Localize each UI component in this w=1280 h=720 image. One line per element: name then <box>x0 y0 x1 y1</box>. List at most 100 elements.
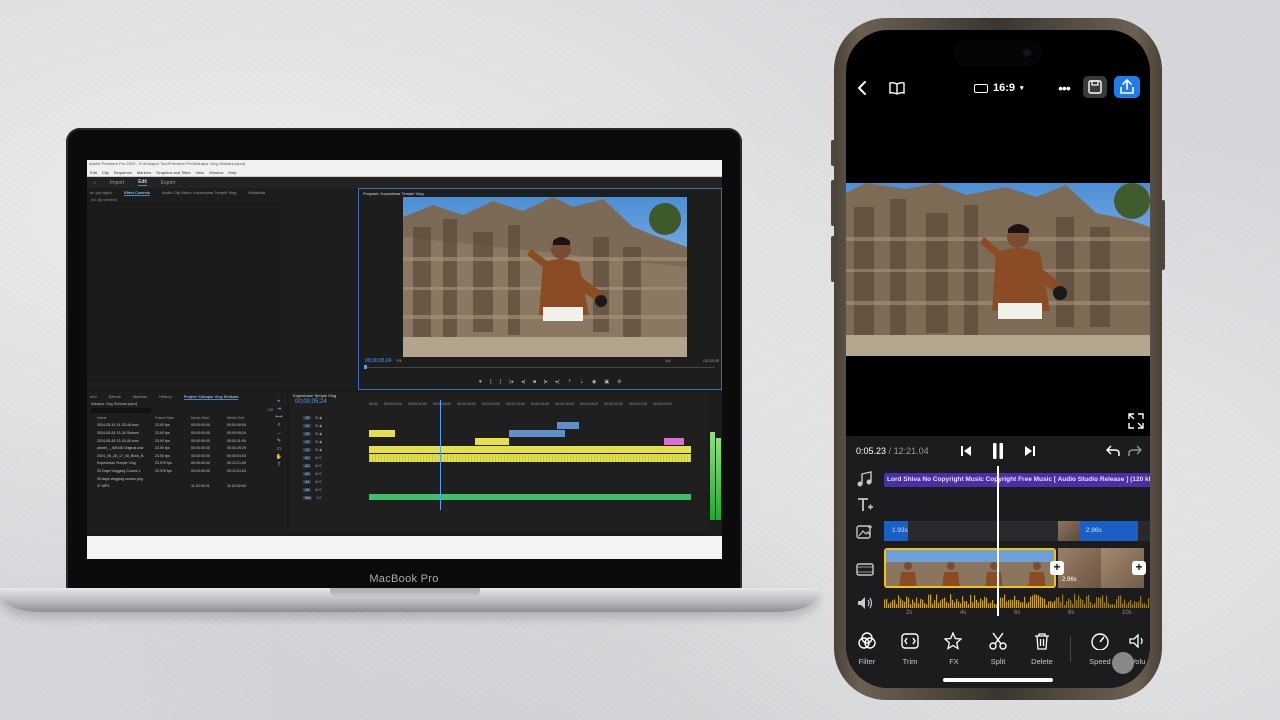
table-row[interactable]: 2024-05-15 14-25-46.mov 23.00 fps 00:00:00… <box>87 422 287 430</box>
tab-info[interactable]: Info <box>90 394 97 399</box>
table-row[interactable]: 37.MP4 11:20:00:21 11:22:40:04 <box>87 482 287 490</box>
slip-tool-icon[interactable]: ↔ <box>273 430 285 436</box>
step-back-icon[interactable]: ◂| <box>521 379 525 385</box>
menu-window[interactable]: Window <box>209 168 223 176</box>
add-marker-icon[interactable]: ♥ <box>479 379 482 385</box>
audio-waveform[interactable] <box>884 592 1150 610</box>
skip-to-start-icon[interactable] <box>958 440 974 462</box>
tab-metadata[interactable]: Metadata <box>248 190 265 195</box>
timeline-clip-v2[interactable] <box>475 438 509 445</box>
program-quality-select[interactable]: 1/4 <box>665 358 671 363</box>
save-button[interactable] <box>1083 76 1107 98</box>
program-playhead[interactable] <box>364 365 367 369</box>
workspace-export[interactable]: Export <box>161 180 175 186</box>
video-preview[interactable] <box>846 110 1150 440</box>
video-track-icon[interactable] <box>856 560 874 578</box>
music-clip[interactable]: Lord Shiva No Copyright Music Copyright … <box>884 473 1150 487</box>
tab-effects[interactable]: Effects <box>109 394 121 399</box>
music-track-icon[interactable] <box>856 471 874 489</box>
track-header-a1[interactable]: A1 M S <box>289 454 369 462</box>
export-frame-icon[interactable]: ◉ <box>592 379 596 385</box>
trim-button[interactable]: Trim <box>890 632 930 666</box>
home-icon[interactable]: ⌂ <box>93 180 96 186</box>
add-transition-button-2[interactable]: + <box>1132 561 1146 575</box>
track-header-v3[interactable]: V3 ⊟ ◉ <box>289 430 369 438</box>
table-row[interactable]: 2024-05-28 13-26 Shrines 23.00 fps 00:00:0… <box>87 429 287 437</box>
compare-icon[interactable]: ▣ <box>604 379 609 385</box>
settings-icon[interactable]: ⚙ <box>617 379 621 385</box>
overlay-clip-2[interactable]: 2.96s <box>1058 521 1138 541</box>
col-media-end[interactable]: Media End <box>227 416 263 420</box>
mark-in-icon[interactable]: { <box>490 379 492 385</box>
timeline-audio-music[interactable] <box>369 494 691 500</box>
overlay-track-icon[interactable] <box>856 523 874 541</box>
ripple-edit-tool-icon[interactable]: ⟷ <box>273 414 285 420</box>
timeline-playhead-line[interactable] <box>997 466 999 616</box>
timeline-audio-a1[interactable] <box>369 454 691 462</box>
tab-markers[interactable]: Markers <box>133 394 147 399</box>
track-header-a4[interactable]: A4 M S <box>289 478 369 486</box>
lift-icon[interactable]: ⇡ <box>568 379 572 385</box>
tab-history[interactable]: History <box>159 394 171 399</box>
timeline-playhead[interactable] <box>440 400 441 510</box>
audio-mute-icon[interactable] <box>856 594 874 612</box>
aspect-ratio-select[interactable]: 16:9 ▾ <box>974 74 1024 102</box>
back-icon[interactable] <box>852 74 872 102</box>
selected-video-clip[interactable] <box>884 548 1056 588</box>
track-header-v4[interactable]: V4 ⊟ ◉ <box>289 422 369 430</box>
menu-sequence[interactable]: Sequence <box>114 168 132 176</box>
redo-icon[interactable] <box>1126 440 1144 462</box>
menu-graphics[interactable]: Graphics and Titles <box>156 168 190 176</box>
program-fit-select[interactable]: Fit <box>397 358 401 363</box>
pause-icon[interactable] <box>988 440 1008 462</box>
col-media-start[interactable]: Media Start <box>191 416 227 420</box>
table-row[interactable]: planet_-_IMG46 Original.wav 23.00 fps 00:0… <box>87 444 287 452</box>
text-track-icon[interactable] <box>856 496 874 514</box>
table-row[interactable]: 2024-05-28 13-43-45.mov 23.00 fps 00:00:00… <box>87 437 287 445</box>
track-select-tool-icon[interactable]: ⇥ <box>273 406 285 412</box>
extract-icon[interactable]: ⇣ <box>580 379 584 385</box>
type-tool-icon[interactable]: T <box>273 462 285 468</box>
col-frame-rate[interactable]: Frame Rate <box>155 416 191 420</box>
menu-markers[interactable]: Markers <box>137 168 151 176</box>
stop-icon[interactable]: ■ <box>533 379 536 385</box>
workspace-edit[interactable]: Edit <box>138 179 147 186</box>
fx-button[interactable]: FX <box>934 631 974 666</box>
timeline-clip-v3[interactable] <box>509 430 565 437</box>
export-button[interactable] <box>1114 76 1140 98</box>
step-forward-icon[interactable]: |▸ <box>544 379 548 385</box>
pen-tool-icon[interactable]: ✎ <box>273 438 285 444</box>
skip-to-end-icon[interactable] <box>1022 440 1038 462</box>
tab-effect-controls[interactable]: Effect Controls <box>123 190 150 196</box>
split-button[interactable]: Split <box>978 632 1018 666</box>
track-header-v2[interactable]: V2 ⊟ ◉ <box>289 438 369 446</box>
menu-view[interactable]: View <box>196 168 205 176</box>
track-header-v5[interactable]: V5 ⊟ ◉ <box>289 414 369 422</box>
program-timecode[interactable]: 00;00;05;24 <box>365 358 391 364</box>
track-header-a2[interactable]: A2 M S <box>289 462 369 470</box>
track-header-a3[interactable]: A3 M S <box>289 470 369 478</box>
workspace-import[interactable]: Import <box>110 180 124 186</box>
project-search-input[interactable] <box>91 408 151 413</box>
timeline-clip-v1[interactable] <box>369 446 691 453</box>
fullscreen-icon[interactable] <box>1128 413 1144 429</box>
tab-project[interactable]: Project: Kidrapur Vlog Shrikant <box>183 394 239 400</box>
timeline-sequence-tab[interactable]: Kopeshwar Temple Vlog <box>289 392 707 399</box>
timeline-ruler[interactable]: 00;00 00;00;02;00 00;00;04;00 00;00;06;00 00… <box>369 402 699 410</box>
table-row[interactable]: 30 Days Vlogging Course L 23.976 fps 00:00… <box>87 467 287 475</box>
rectangle-tool-icon[interactable]: ▭ <box>273 446 285 452</box>
timeline-clip-v4[interactable] <box>557 422 579 429</box>
menu-help[interactable]: Help <box>228 168 236 176</box>
menu-clip[interactable]: Clip <box>102 168 109 176</box>
hand-tool-icon[interactable]: ✋ <box>273 454 285 460</box>
timeline-clip-v3b[interactable] <box>369 430 395 437</box>
add-transition-button-1[interactable]: + <box>1050 561 1064 575</box>
undo-icon[interactable] <box>1104 440 1122 462</box>
table-row[interactable]: Kopeshwar Temple Vlog 23.976 fps 00:00:00:… <box>87 460 287 468</box>
home-indicator[interactable] <box>943 678 1053 682</box>
col-name[interactable]: Name <box>91 416 155 420</box>
tab-source[interactable]: nt: (no clips) <box>90 190 112 195</box>
mark-out-icon[interactable]: } <box>500 379 502 385</box>
track-header-a5[interactable]: A5 M S <box>289 486 369 494</box>
track-header-v1[interactable]: V1 ⊟ ◉ <box>289 446 369 454</box>
